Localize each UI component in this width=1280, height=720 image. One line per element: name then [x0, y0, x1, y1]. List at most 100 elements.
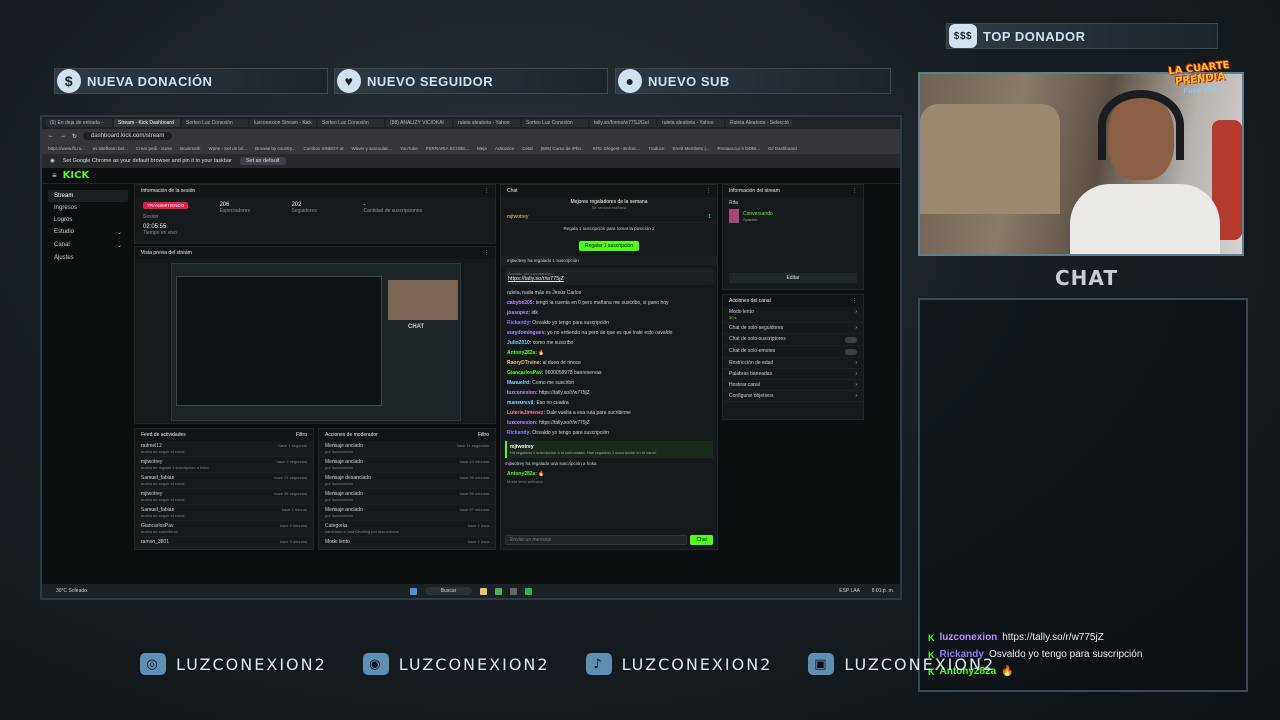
browser-tab[interactable]: tally.so/forms/w77SJ/Guí — [590, 119, 656, 127]
more-icon[interactable]: ⋮ — [852, 188, 857, 194]
back-icon[interactable]: ← — [48, 133, 54, 139]
obs-icon[interactable] — [510, 587, 518, 595]
file-explorer-icon[interactable] — [480, 587, 488, 595]
chat-input[interactable] — [505, 535, 688, 545]
panel-title: Feed de actividades — [141, 432, 186, 438]
mod-time: hace 11 segundos — [456, 443, 489, 448]
chat-user[interactable]: Manuelrd: — [507, 380, 531, 386]
channel-action-row[interactable]: Configurar objetivos › — [723, 391, 863, 402]
mod-row: Mensaje desanclado por luzconexion hace 36… — [319, 473, 495, 489]
bookmark-item[interactable]: Ererlt Members |... — [673, 146, 710, 151]
edit-stream-button[interactable]: Editar — [729, 273, 857, 283]
reload-icon[interactable]: ↻ — [72, 133, 77, 140]
windows-start-icon[interactable] — [409, 587, 417, 595]
chat-user[interactable]: cabybe205: — [507, 300, 534, 306]
nav-item-label: Logros — [54, 217, 73, 223]
bookmark-item[interactable]: Actkovice — [495, 146, 514, 151]
more-icon[interactable]: ⋮ — [484, 250, 489, 256]
bookmark-item[interactable]: Bookmark — [180, 146, 200, 151]
bookmark-item[interactable]: Gil Dashboard — [768, 146, 797, 151]
toggle-switch[interactable] — [845, 337, 857, 343]
chat-user[interactable]: Rickandy: — [507, 430, 531, 436]
chat-user[interactable]: jossopez: — [507, 310, 530, 316]
set-default-button[interactable]: Set as default — [239, 157, 286, 165]
address-bar[interactable]: ← → ↻ dashboard.kick.com/stream — [42, 129, 900, 143]
filter-button[interactable]: Filtro — [478, 432, 489, 438]
chat-user[interactable]: Rickandy: — [507, 320, 531, 326]
forward-icon[interactable]: → — [60, 133, 66, 139]
overlay-chat-line: Kluzconexion https://tally.so/r/w775jZ — [928, 632, 1104, 643]
nav-item-ingresos[interactable]: Ingresos — [48, 202, 128, 214]
channel-action-row[interactable]: Modo lento 30 s › — [723, 307, 863, 323]
chat-user[interactable]: Julio2010: — [507, 340, 531, 346]
bookmark-item[interactable]: Meja — [477, 146, 487, 151]
bookmark-item[interactable]: Wpne - Set de bri... — [208, 146, 247, 151]
spotify-icon[interactable] — [525, 587, 533, 595]
channel-action-row[interactable]: Restricción de edad › — [723, 358, 863, 369]
bookmark-item[interactable]: KFD. Elegent - Enforc... — [593, 146, 641, 151]
nav-item-stream[interactable]: Stream — [48, 190, 128, 202]
nav-item-canal[interactable]: Canal ⌄ — [48, 239, 128, 252]
feed-entry: radmel12 acaba de seguir el canal — [141, 443, 184, 454]
bookmark-item[interactable]: (505) Curso de iPhn... — [541, 146, 585, 151]
bookmark-item[interactable]: Cetal — [522, 146, 533, 151]
chat-user[interactable]: maneurevil: — [507, 400, 535, 406]
chat-user[interactable]: RaoryDTrvine: — [507, 360, 541, 366]
weather-widget[interactable]: 30°C Soleado — [56, 588, 87, 594]
channel-action-row[interactable]: Chat de solo-suscriptores — [723, 334, 863, 346]
browser-tab[interactable]: Sorteo Luz Conexión — [318, 119, 384, 127]
nav-item-estudio[interactable]: Estudio ⌄ — [48, 226, 128, 239]
chrome-icon[interactable] — [495, 587, 503, 595]
feed-user[interactable]: ramon_3801 — [141, 539, 169, 545]
url-field[interactable]: dashboard.kick.com/stream — [83, 132, 173, 140]
bookmark-item[interactable]: Waver y acumulac... — [351, 146, 392, 151]
taskbar-lang[interactable]: ESP LAA — [839, 588, 860, 594]
bookmark-item[interactable]: YouTube — [400, 146, 418, 151]
send-chat-button[interactable]: Chat — [690, 535, 713, 545]
kick-logo[interactable]: KICK — [63, 170, 90, 181]
browser-tab[interactable]: (9) En deja de entrada - — [46, 119, 112, 127]
more-icon[interactable]: ⋮ — [852, 298, 857, 304]
browser-tab[interactable]: Stream - Kick Dashboard — [114, 119, 180, 127]
browser-tab[interactable]: Ruleta Aleatoria - Selecció — [726, 119, 792, 127]
chat-user[interactable]: Antony282a: — [507, 471, 537, 477]
gift-sub-button[interactable]: Regalar 1 suscripción — [578, 241, 640, 251]
pinned-link[interactable]: https://tally.so/r/w775jZ — [508, 276, 710, 282]
channel-action-row[interactable]: Hostear canal › — [723, 380, 863, 391]
browser-tab[interactable]: Sorteo Luz Conexión — [522, 119, 588, 127]
bookmark-item[interactable]: Browse by country... — [255, 146, 295, 151]
more-icon[interactable]: ⋮ — [706, 188, 711, 194]
chat-user[interactable]: luzconexion: — [507, 390, 538, 396]
taskbar-clock[interactable]: 8:01 p. m. — [872, 588, 894, 594]
session-info-title: Información de la sesión ⋮ — [135, 185, 495, 197]
stream-category[interactable]: Conversando — [743, 211, 773, 217]
browser-tab[interactable]: ruleta aleatoria - Yahoo — [454, 119, 520, 127]
nav-item-logros[interactable]: Logros — [48, 214, 128, 226]
browser-tab[interactable]: ruleta aleatoria - Yahoo — [658, 119, 724, 127]
bookmark-item[interactable]: FERRARIA SCOBE... — [426, 146, 469, 151]
menu-icon[interactable]: ≡ — [52, 171, 57, 180]
nav-item-ajustes[interactable]: Ajustes — [48, 252, 128, 264]
bookmark-item[interactable]: ex.sitefloton.bet... — [93, 146, 128, 151]
bookmark-item[interactable]: Pentaaccur e DOBI... — [717, 146, 760, 151]
browser-tab-strip: (9) En deja de entrada - Stream - Kick Da… — [42, 117, 900, 129]
chat-user[interactable]: eurydomingues: — [507, 330, 546, 336]
bookmark-item[interactable]: Traduce — [648, 146, 664, 151]
bookmark-item[interactable]: https://www.fb.m... — [48, 146, 85, 151]
chat-user[interactable]: luzconexion: — [507, 420, 538, 426]
more-icon[interactable]: ⋮ — [484, 188, 489, 194]
bookmark-item[interactable]: Combos SINBOY at — [304, 146, 344, 151]
channel-action-row[interactable]: Chat de solo-emotes — [723, 346, 863, 358]
toggle-switch[interactable] — [845, 349, 857, 355]
bookmark-item[interactable]: Crear pedi - cUrre — [136, 146, 172, 151]
chat-user[interactable]: Antony282a: — [507, 350, 537, 356]
browser-tab[interactable]: luzconexion Stream - Kick — [250, 119, 316, 127]
browser-tab[interactable]: (88) ANALIZY VICIOKAI — [386, 119, 452, 127]
chat-user[interactable]: GiancarlosPav: — [507, 370, 543, 376]
browser-tab[interactable]: Sorteo Luz Conexión — [182, 119, 248, 127]
channel-action-row[interactable]: Palabras baneadas › — [723, 369, 863, 380]
channel-action-row[interactable]: Chat de solo-seguidores › — [723, 323, 863, 334]
taskbar-search[interactable]: Buscar — [424, 587, 473, 595]
filter-button[interactable]: Filtro — [296, 432, 307, 438]
chat-user[interactable]: LuteriaJimenez: — [507, 410, 545, 416]
